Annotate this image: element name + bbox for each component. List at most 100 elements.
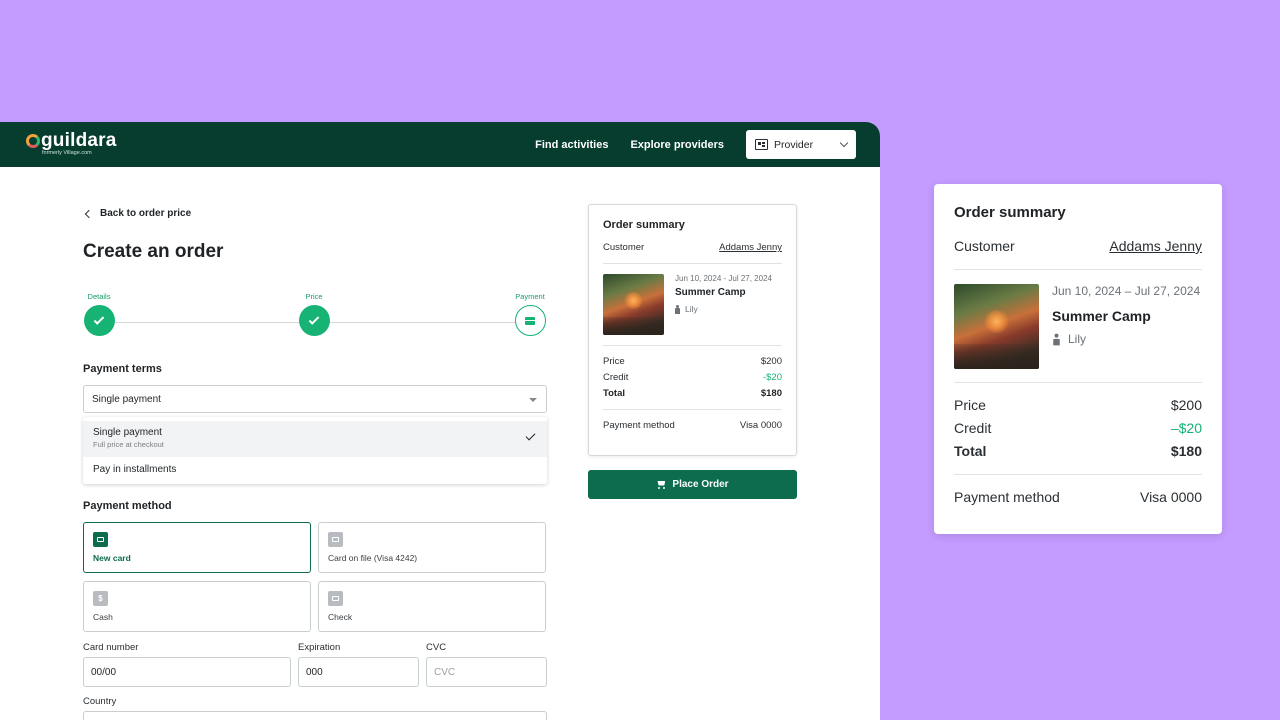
step-payment[interactable]: Payment (499, 292, 561, 336)
step-circle (83, 305, 115, 336)
option-title: Single payment (93, 427, 162, 438)
card-number-input[interactable]: 00/00 (83, 657, 291, 687)
order-summary-title: Order summary (954, 204, 1066, 221)
expiration-label: Expiration (298, 642, 341, 653)
person-icon (1053, 333, 1060, 345)
price-label: Price (603, 356, 625, 367)
step-details[interactable]: Details (68, 292, 130, 336)
nav-link-explore-providers[interactable]: Explore providers (630, 139, 724, 151)
customer-link[interactable]: Addams Jenny (719, 242, 782, 253)
payment-method-label: Payment method (954, 489, 1060, 505)
checkmark-icon (93, 314, 105, 325)
payment-method-new-card[interactable]: New card (83, 522, 311, 573)
credit-row: Credit -$20 (603, 372, 782, 383)
total-row: Total $180 (603, 388, 782, 399)
total-row: Total $180 (954, 443, 1202, 459)
dollar-icon: $ (93, 591, 108, 606)
option-single-payment[interactable]: Single payment Full price at checkout (83, 421, 547, 457)
country-select[interactable] (83, 711, 547, 720)
app-window: guildara formerly Village.com Find activ… (0, 122, 880, 720)
camper-name: Lily (1068, 332, 1087, 346)
customer-link[interactable]: Addams Jenny (1109, 238, 1202, 254)
payment-terms-select[interactable]: Single payment (83, 385, 547, 413)
total-label: Total (603, 388, 625, 399)
camper-name: Lily (685, 304, 698, 314)
checkmark-icon (308, 314, 320, 325)
order-summary-panel: Order summary Customer Addams Jenny Jun … (588, 204, 797, 456)
payment-method-card-on-file[interactable]: Card on file (Visa 4242) (318, 522, 546, 573)
payment-terms-value: Single payment (92, 393, 161, 405)
payment-method-row: Payment method Visa 0000 (954, 489, 1202, 505)
option-title: Pay in installments (93, 464, 177, 475)
order-summary-zoom: Order summary Customer Addams Jenny Jun … (934, 184, 1222, 534)
chevron-left-icon (84, 209, 94, 218)
payment-method-value: Visa 0000 (739, 420, 782, 431)
camp-item: Jun 10, 2024 - Jul 27, 2024 Summer Camp … (603, 274, 782, 335)
step-label: Details (87, 292, 111, 301)
check-icon (328, 591, 343, 606)
credit-value: –$20 (1170, 420, 1202, 436)
back-link[interactable]: Back to order price (83, 208, 191, 219)
cvc-label: CVC (426, 642, 447, 653)
payment-method-label: Payment method (83, 500, 172, 512)
logo-text: guildara (41, 130, 117, 151)
card-number-label: Card number (83, 642, 139, 653)
camp-photo (603, 274, 664, 335)
payment-method-label: Card on file (Visa 4242) (328, 553, 418, 563)
logo[interactable]: guildara formerly Village.com (26, 130, 117, 157)
cart-icon (656, 481, 666, 489)
total-value: $180 (760, 388, 782, 399)
customer-label: Customer (603, 242, 645, 253)
logo-mark-icon (26, 134, 40, 148)
option-subtitle: Full price at checkout (93, 440, 164, 449)
payment-method-value: Visa 0000 (1139, 489, 1202, 505)
payment-method-label: New card (93, 553, 131, 563)
country-label: Country (83, 696, 117, 707)
payment-method-cash[interactable]: $ Cash (83, 581, 311, 632)
payment-terms-label: Payment terms (83, 363, 162, 375)
total-label: Total (954, 443, 987, 459)
id-card-icon (755, 139, 768, 150)
camp-dates: Jun 10, 2024 - Jul 27, 2024 (675, 274, 772, 283)
total-value: $180 (1170, 443, 1202, 459)
nav-links: Find activities Explore providers Provid… (535, 130, 856, 159)
card-icon (328, 532, 343, 547)
order-summary-title: Order summary (603, 219, 685, 231)
step-circle (514, 305, 546, 336)
payment-method-row: Payment method Visa 0000 (603, 420, 782, 431)
payment-method-check[interactable]: Check (318, 581, 546, 632)
camp-item: Jun 10, 2024 – Jul 27, 2024 Summer Camp … (954, 284, 1202, 369)
credit-row: Credit –$20 (954, 420, 1202, 436)
back-link-label: Back to order price (100, 208, 192, 219)
customer-label: Customer (954, 238, 1015, 254)
camp-name: Summer Camp (1052, 308, 1151, 324)
camper: Lily (675, 304, 772, 314)
logo-subtitle: formerly Village.com (42, 150, 92, 156)
card-icon (93, 532, 108, 547)
price-row: Price $200 (603, 356, 782, 367)
chevron-down-icon (839, 138, 849, 148)
payment-method-label: Payment method (603, 420, 675, 431)
option-pay-in-installments[interactable]: Pay in installments (83, 457, 547, 481)
customer-row: Customer Addams Jenny (603, 242, 782, 253)
credit-value: -$20 (762, 372, 782, 383)
divider (954, 474, 1202, 475)
price-row: Price $200 (954, 397, 1202, 413)
nav-link-find-activities[interactable]: Find activities (535, 139, 608, 151)
divider (603, 409, 782, 410)
step-price[interactable]: Price (283, 292, 345, 336)
navbar: guildara formerly Village.com Find activ… (0, 122, 880, 167)
camper: Lily (1052, 332, 1200, 346)
provider-select[interactable]: Provider (746, 130, 856, 159)
expiration-input[interactable]: 000 (298, 657, 419, 687)
page-title: Create an order (83, 241, 224, 262)
credit-label: Credit (954, 420, 992, 436)
divider (603, 345, 782, 346)
credit-card-icon (525, 316, 535, 325)
price-value: $200 (1170, 397, 1202, 413)
place-order-button[interactable]: Place Order (588, 470, 797, 499)
camp-photo (954, 284, 1039, 369)
credit-label: Credit (603, 372, 629, 383)
stepper: Details Price Payment (83, 292, 547, 338)
cvc-input[interactable]: CVC (426, 657, 547, 687)
